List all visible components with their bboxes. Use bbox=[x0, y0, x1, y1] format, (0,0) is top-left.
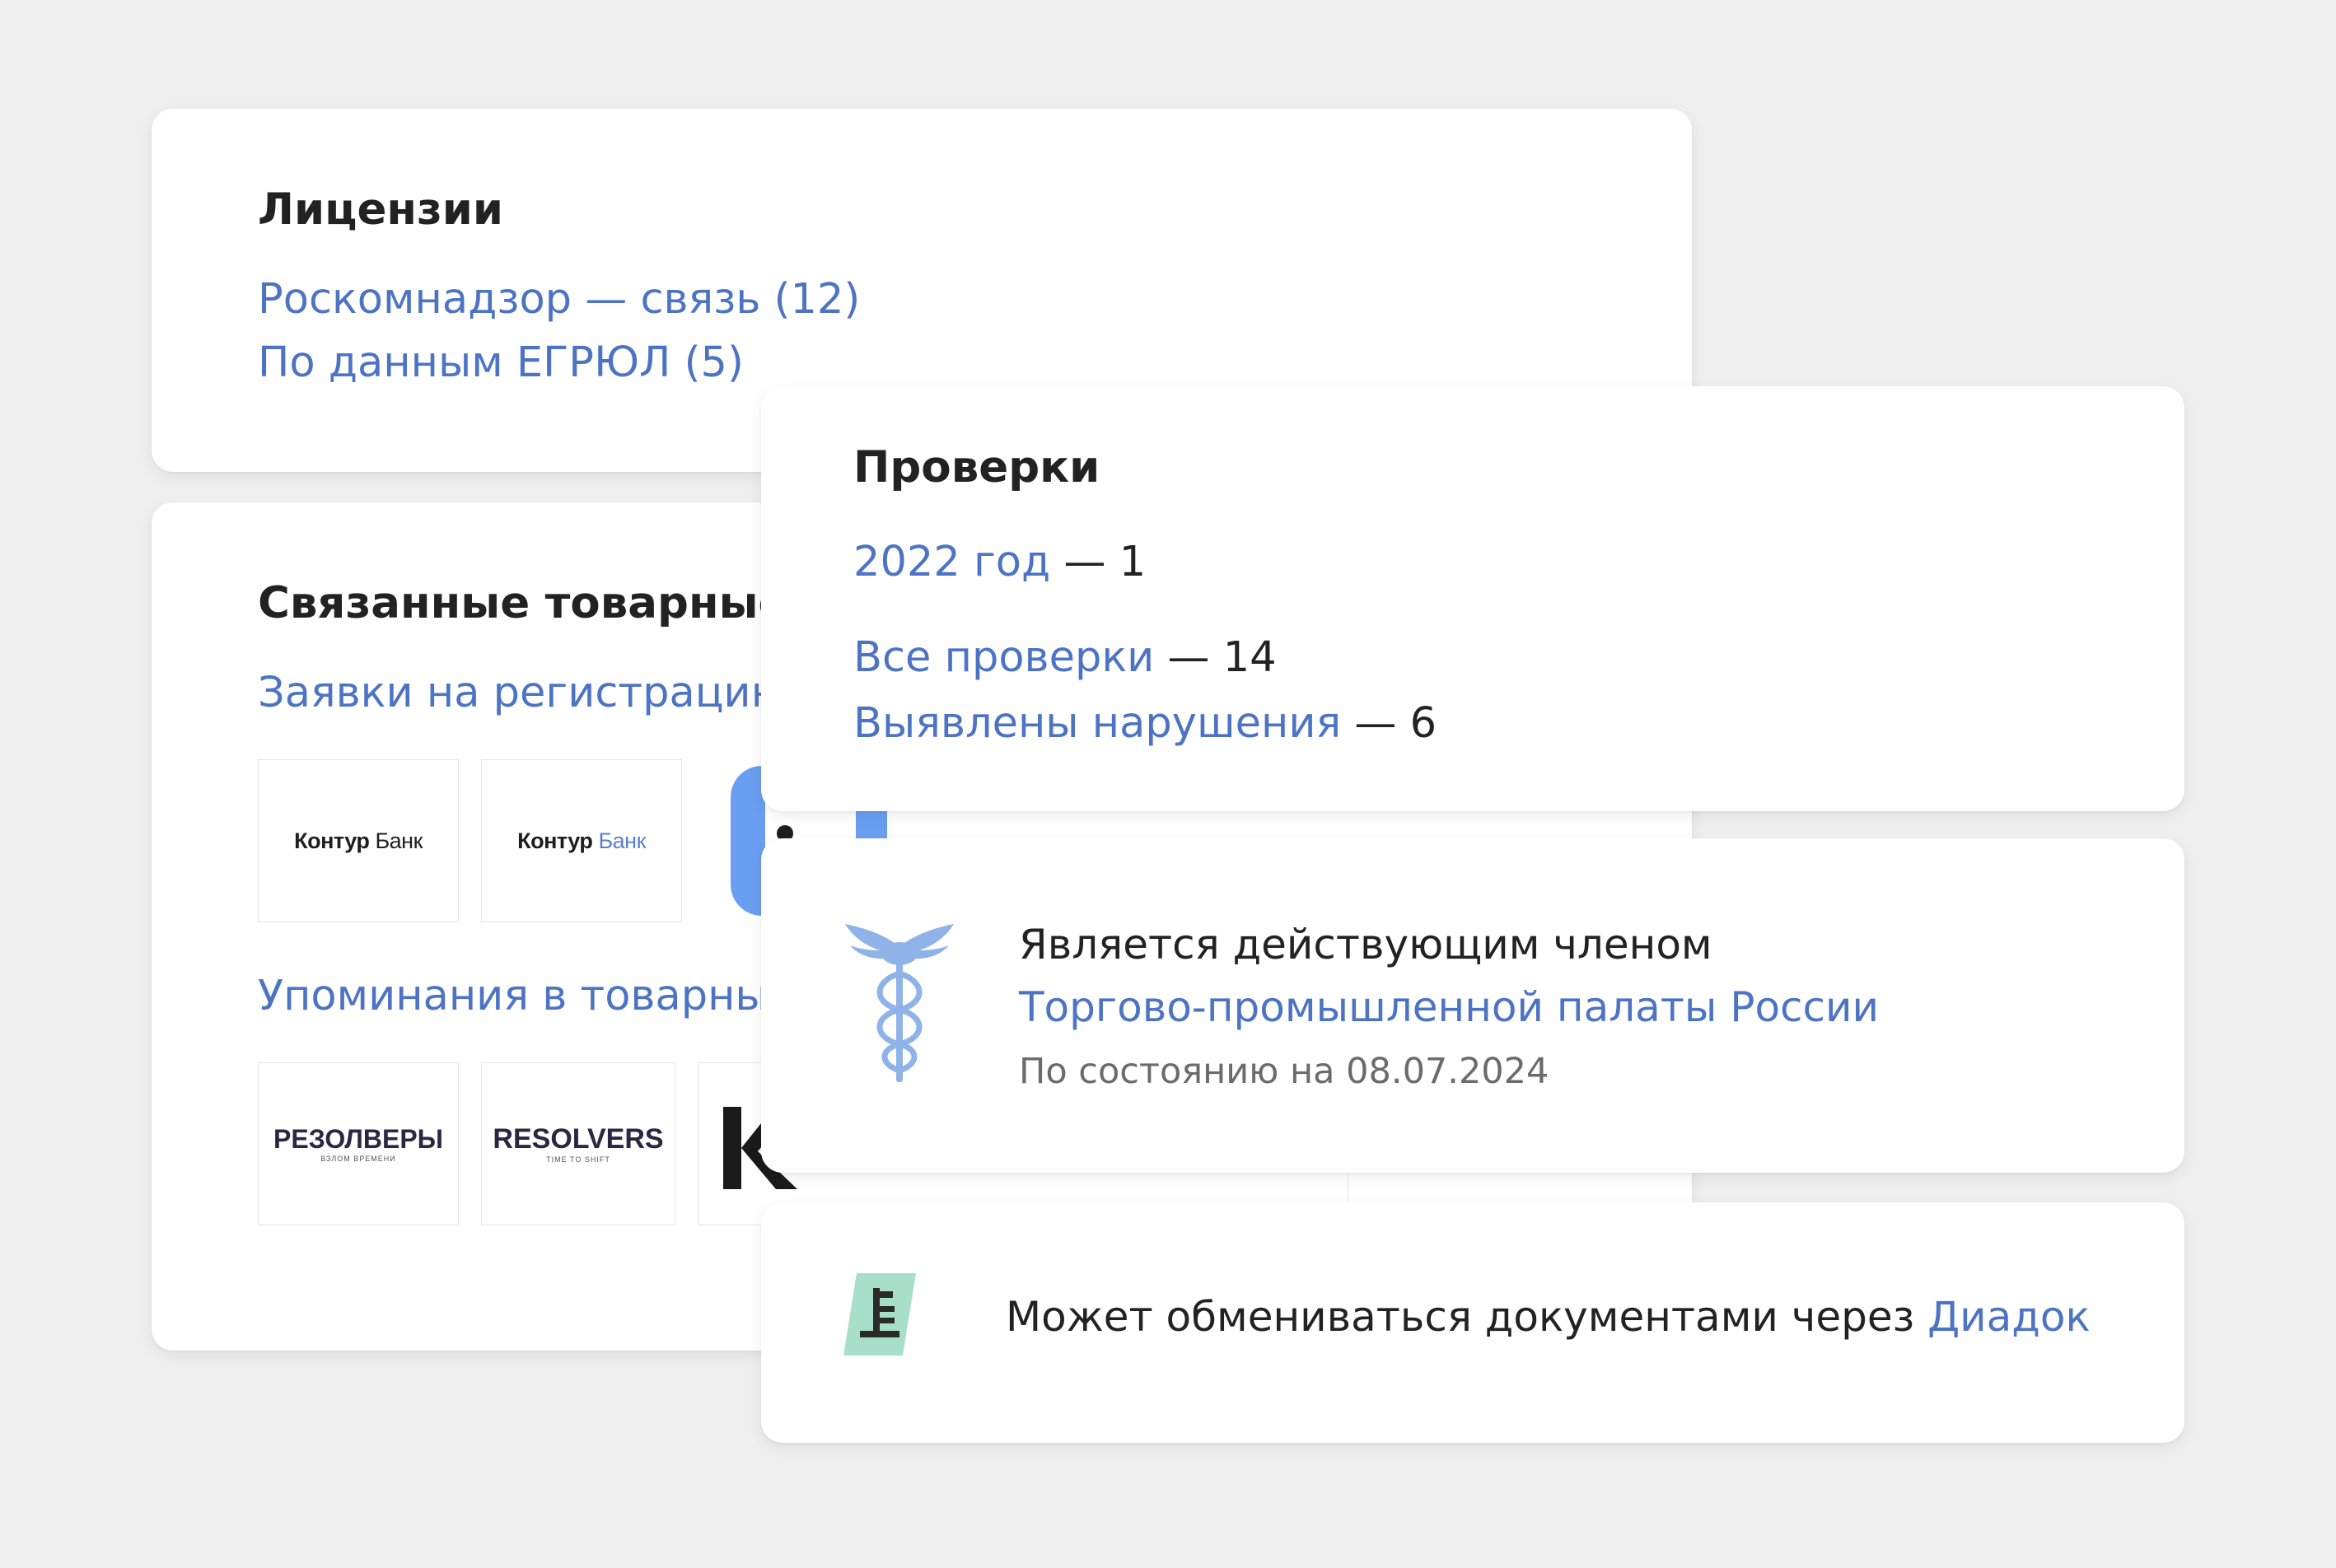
chamber-status: Является действующим членом bbox=[1019, 921, 1712, 968]
trademark-logo-tile[interactable]: Контур Банк bbox=[258, 759, 459, 922]
checks-year-value: — 1 bbox=[1050, 538, 1147, 586]
checks-year-row: 2022 год — 1 bbox=[853, 538, 1146, 586]
kontur-bank-logo: Контур Банк bbox=[294, 828, 423, 854]
logo-main: РЕЗОЛВЕРЫ bbox=[273, 1123, 443, 1154]
checks-violations-value: — 6 bbox=[1341, 699, 1437, 748]
logo-sub: Банк bbox=[592, 828, 646, 853]
checks-all-link[interactable]: Все проверки bbox=[853, 633, 1154, 682]
license-link-egrul[interactable]: По данным ЕГРЮЛ (5) bbox=[258, 338, 744, 387]
applications-link[interactable]: Заявки на регистрацию bbox=[258, 669, 787, 717]
trademark-logo-tile[interactable]: RESOLVERS TIME TO SHIFT bbox=[481, 1062, 675, 1225]
logo-sub: Банк bbox=[369, 828, 423, 853]
chamber-card: Является действующим членом Торгово-пром… bbox=[761, 838, 2184, 1173]
license-link-roskomnadzor[interactable]: Роскомнадзор — связь (12) bbox=[258, 275, 860, 324]
checks-violations-link[interactable]: Выявлены нарушения bbox=[853, 699, 1341, 748]
chamber-org-row: Торгово-промышленной палаты России bbox=[1019, 983, 1879, 1031]
checks-all-row: Все проверки — 14 bbox=[853, 633, 1277, 682]
resolvers-logo: RESOLVERS TIME TO SHIFT bbox=[493, 1125, 663, 1164]
diadoc-card: Может обмениваться документами через Диа… bbox=[761, 1202, 2184, 1443]
trademarks-title: Связанные товарные bbox=[258, 578, 788, 628]
trademark-logo-tile[interactable]: РЕЗОЛВЕРЫ ВЗЛОМ ВРЕМЕНИ bbox=[258, 1062, 459, 1225]
logo-main: Контур bbox=[294, 828, 370, 853]
checks-year-link[interactable]: 2022 год bbox=[853, 538, 1050, 586]
diadoc-row: Может обмениваться документами через Диа… bbox=[1006, 1293, 2091, 1341]
diadoc-text: Может обмениваться документами через bbox=[1006, 1293, 1928, 1341]
checks-all-value: — 14 bbox=[1154, 633, 1277, 682]
trademark-logo-tile[interactable]: Контур Банк bbox=[481, 759, 682, 922]
checks-title: Проверки bbox=[853, 442, 1100, 492]
checks-violations-row: Выявлены нарушения — 6 bbox=[853, 699, 1437, 748]
chamber-date: По состоянию на 08.07.2024 bbox=[1019, 1051, 1549, 1092]
license-link-label[interactable]: По данным ЕГРЮЛ (5) bbox=[258, 338, 744, 387]
license-link-label[interactable]: Роскомнадзор — связь (12) bbox=[258, 275, 860, 324]
applications-row: Заявки на регистрацию — bbox=[258, 669, 842, 717]
rezolvery-logo: РЕЗОЛВЕРЫ ВЗЛОМ ВРЕМЕНИ bbox=[273, 1126, 443, 1163]
logo-sub: ВЗЛОМ ВРЕМЕНИ bbox=[320, 1154, 396, 1163]
document-icon bbox=[839, 1270, 921, 1362]
caduceus-icon bbox=[843, 922, 955, 1087]
logo-sub: TIME TO SHIFT bbox=[546, 1155, 610, 1164]
checks-card: Проверки 2022 год — 1 Все проверки — 14 … bbox=[761, 386, 2184, 811]
kontur-bank-logo: Контур Банк bbox=[517, 828, 646, 854]
diadoc-link[interactable]: Диадок bbox=[1927, 1293, 2091, 1341]
logo-main: RESOLVERS bbox=[493, 1122, 664, 1155]
licenses-title: Лицензии bbox=[258, 184, 504, 235]
chamber-org-link[interactable]: Торгово-промышленной палаты России bbox=[1019, 983, 1879, 1031]
logo-main: Контур bbox=[517, 828, 593, 853]
